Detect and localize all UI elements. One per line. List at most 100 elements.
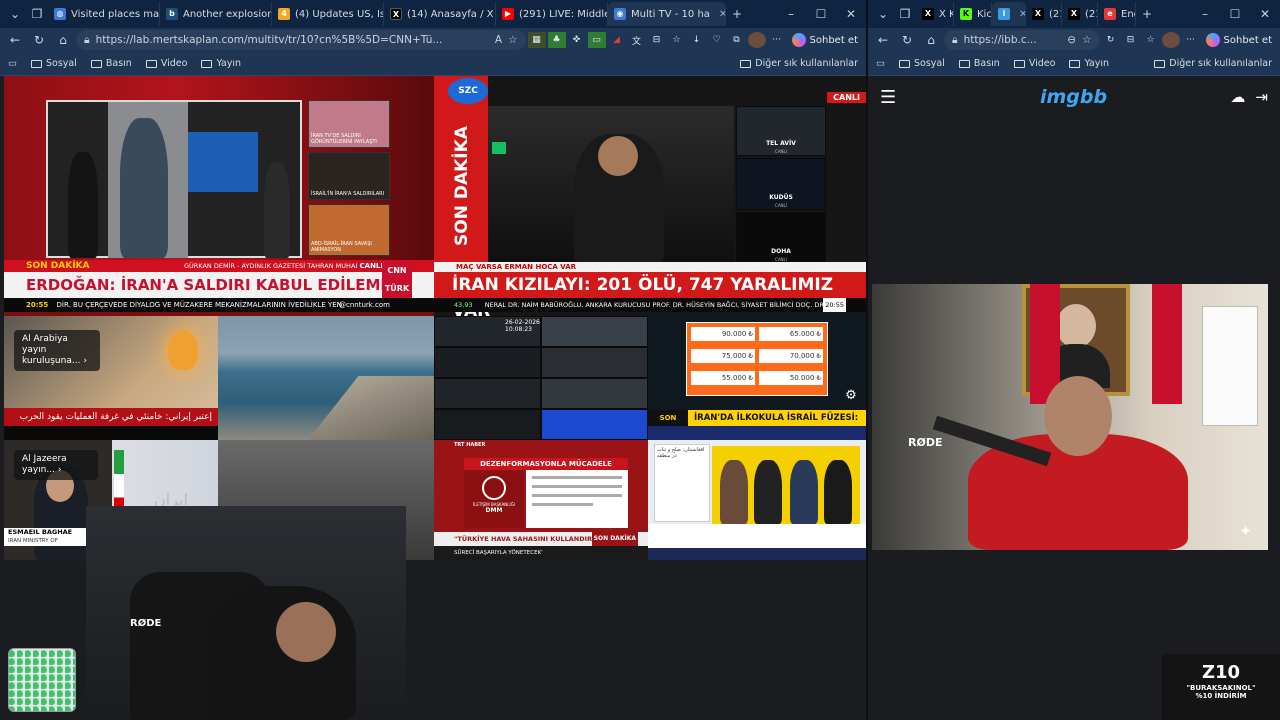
new-tab-plus-icon[interactable]: + [726,3,748,25]
favorite-star-icon[interactable]: ☆ [1082,34,1091,46]
tab-x-kick[interactable]: XX Ki [916,2,954,26]
extension-icon[interactable]: ♣ [547,32,566,48]
tab-x-21-a[interactable]: X(21) [1026,2,1062,26]
extension-icon[interactable]: ▦ [527,32,546,48]
article-card: افغانستان: صلح و ثبات در منطقه [654,444,710,522]
bookmark-folder-yayin[interactable]: Yayın [201,58,241,69]
tab-youtube-live[interactable]: ▶ (291) LIVE: Middle Ea ✕ [496,2,608,26]
tab-actions-chevron-icon[interactable]: ⌄ [872,3,894,25]
extension-icon[interactable]: ✜ [568,32,586,48]
channel-info-chip[interactable]: Al Jazeera yayın... › [14,450,98,480]
more-menu-icon[interactable]: ··· [768,32,786,48]
tab-imgbb[interactable]: i✕ [992,2,1026,26]
folder-icon [201,59,213,68]
split-screen-icon[interactable]: ⊟ [648,32,666,48]
favorite-star-icon[interactable]: ☆ [508,34,517,46]
split-screen-icon[interactable]: ⊟ [1122,32,1140,48]
x-logo-icon: X [1032,8,1044,20]
close-window-icon[interactable]: ✕ [836,7,866,21]
zoom-icon[interactable]: ⊖ [1067,34,1076,46]
lock-icon: 🔒︎ [952,33,958,46]
downloads-icon[interactable]: ↓ [688,32,706,48]
folder-icon [1154,59,1166,68]
tab-kick[interactable]: KKick [954,2,992,26]
bookmark-folder-basin[interactable]: Basın [958,58,1000,69]
channel-tile-trthaber[interactable]: TRT HABER DEZENFORMASYONLA MÜCADELE MERK… [434,440,648,560]
refresh-icon[interactable]: ↻ [28,29,50,51]
copilot-button[interactable]: Sohbet et [1202,33,1276,47]
extension-icon[interactable]: ▭ [587,32,606,48]
heart-icon[interactable]: ♡ [708,32,726,48]
maximize-icon[interactable]: ☐ [1220,7,1250,21]
refresh-icon[interactable]: ↻ [896,29,918,51]
maximize-icon[interactable]: ☐ [806,7,836,21]
multi-tv-grid: İRAN TV'DE SALDIRI GÖRÜNTÜLERİNİ PAYLAŞT… [0,76,866,720]
imgbb-header: ☰ imgbb ☁ ⇥ [868,76,1280,118]
home-icon[interactable]: ⌂ [52,29,74,51]
favorites-icon[interactable]: ☆ [1142,32,1160,48]
channel-tile-iran-international[interactable]: افغانستان: صلح و ثبات در منطقه [648,440,866,560]
workspaces-icon[interactable]: ❐ [894,3,916,25]
url-field[interactable]: 🔒︎ https://lab.mertskaplan.com/multitv/t… [76,30,526,50]
copilot-button[interactable]: Sohbet et [788,33,862,47]
new-tab-plus-icon[interactable]: + [1136,3,1158,25]
tab-updates-us-israel[interactable]: 4 (4) Updates US, Israe ✕ [272,2,384,26]
sign-in-icon[interactable]: ⇥ [1255,88,1268,106]
avatar[interactable] [747,32,766,48]
channel-tile-halktv[interactable]: 90.000 ₺ 65.000 ₺ 75.000 ₺ 70.000 ₺ 55.0… [648,316,866,440]
youtube-icon: ▶ [502,8,514,20]
extension-icon[interactable]: ◢ [608,32,626,48]
tab-multi-tv[interactable]: ◉ Multi TV - 10 ha ✕ [608,2,726,26]
translate-icon[interactable]: 文 [628,32,646,48]
bookmark-folder-sosyal[interactable]: Sosyal [898,58,945,69]
refresh-extension-icon[interactable]: ↻ [1102,32,1120,48]
minimize-icon[interactable]: – [776,7,806,21]
read-aloud-icon[interactable]: A [495,34,502,46]
other-favorites[interactable]: Diğer sık kullanılanlar [740,58,858,69]
url-field[interactable]: 🔒︎ https://ibb.c... ⊖ ☆ [944,30,1100,50]
bookmarks-bar: ▭ Sosyal Basın Video Yayın Diğer sık kul… [0,52,866,76]
back-arrow-icon[interactable]: ← [872,29,894,51]
bookmark-folder-video[interactable]: Video [1013,58,1055,69]
globe-icon: ◍ [54,8,66,20]
channel-tile-szc[interactable]: SZC SON DAKİKA CANLI TEL AVİV CANLI KUDÜ… [434,76,866,316]
tab-x-21-b[interactable]: X(21) [1062,2,1098,26]
close-window-icon[interactable]: ✕ [1250,7,1280,21]
collections-icon[interactable]: ⧉ [728,32,746,48]
close-tab-icon[interactable]: ✕ [715,9,725,20]
more-menu-icon[interactable]: ··· [1182,32,1200,48]
tv-icon: ◉ [614,8,626,20]
window-controls: – ☐ ✕ [1190,7,1280,21]
favorites-icon[interactable]: ☆ [668,32,686,48]
sidebar-toggle-icon[interactable]: ▭ [876,58,885,69]
close-tab-icon[interactable]: ✕ [1015,9,1025,20]
tab-eng[interactable]: eEng [1098,2,1136,26]
back-arrow-icon[interactable]: ← [4,29,26,51]
channel-info-chip[interactable]: Al Arabiya yayın kuruluşuna... › [14,330,100,371]
bookmark-folder-yayin[interactable]: Yayın [1069,58,1109,69]
sparkle-icon: ✦ [1239,522,1252,540]
upload-cloud-icon[interactable]: ☁ [1230,88,1245,106]
bookmark-folder-sosyal[interactable]: Sosyal [30,58,77,69]
hamburger-menu-icon[interactable]: ☰ [880,87,896,108]
avatar[interactable] [1161,32,1180,48]
tab-actions-chevron-icon[interactable]: ⌄ [4,3,26,25]
workspaces-icon[interactable]: ❐ [26,3,48,25]
uploaded-image[interactable]: RØDE ✦ [872,284,1268,550]
channel-tile-cctv-grid[interactable]: 26-02-2026 10:08:23 [434,316,648,440]
tab-visited-places[interactable]: ◍ Visited places map e ✕ [48,2,160,26]
tab-x-anasayfa[interactable]: X (14) Anasayfa / X ✕ [384,2,496,26]
reporter-figure [120,118,168,258]
settings-gear-icon[interactable]: ⚙ [842,388,860,406]
bookmark-folder-video[interactable]: Video [145,58,187,69]
sidebar-toggle-icon[interactable]: ▭ [8,58,17,69]
home-icon[interactable]: ⌂ [920,29,942,51]
channel-tile-al-arabiya[interactable]: Al Arabiya yayın kuruluşuna... › إعتبر إ… [4,316,218,440]
minimize-icon[interactable]: – [1190,7,1220,21]
other-favorites[interactable]: Diğer sık kullanılanlar [1154,58,1272,69]
channel-tile-cnnturk[interactable]: İRAN TV'DE SALDIRI GÖRÜNTÜLERİNİ PAYLAŞT… [4,76,434,316]
side-thumb-3: ABD-İSRAİL-İRAN SAVAŞI ANİMASYON [308,204,390,256]
tab-another-explosion[interactable]: b Another explosion se ✕ [160,2,272,26]
channel-tile-coastline-cam[interactable] [218,316,434,440]
bookmark-folder-basin[interactable]: Basın [90,58,132,69]
